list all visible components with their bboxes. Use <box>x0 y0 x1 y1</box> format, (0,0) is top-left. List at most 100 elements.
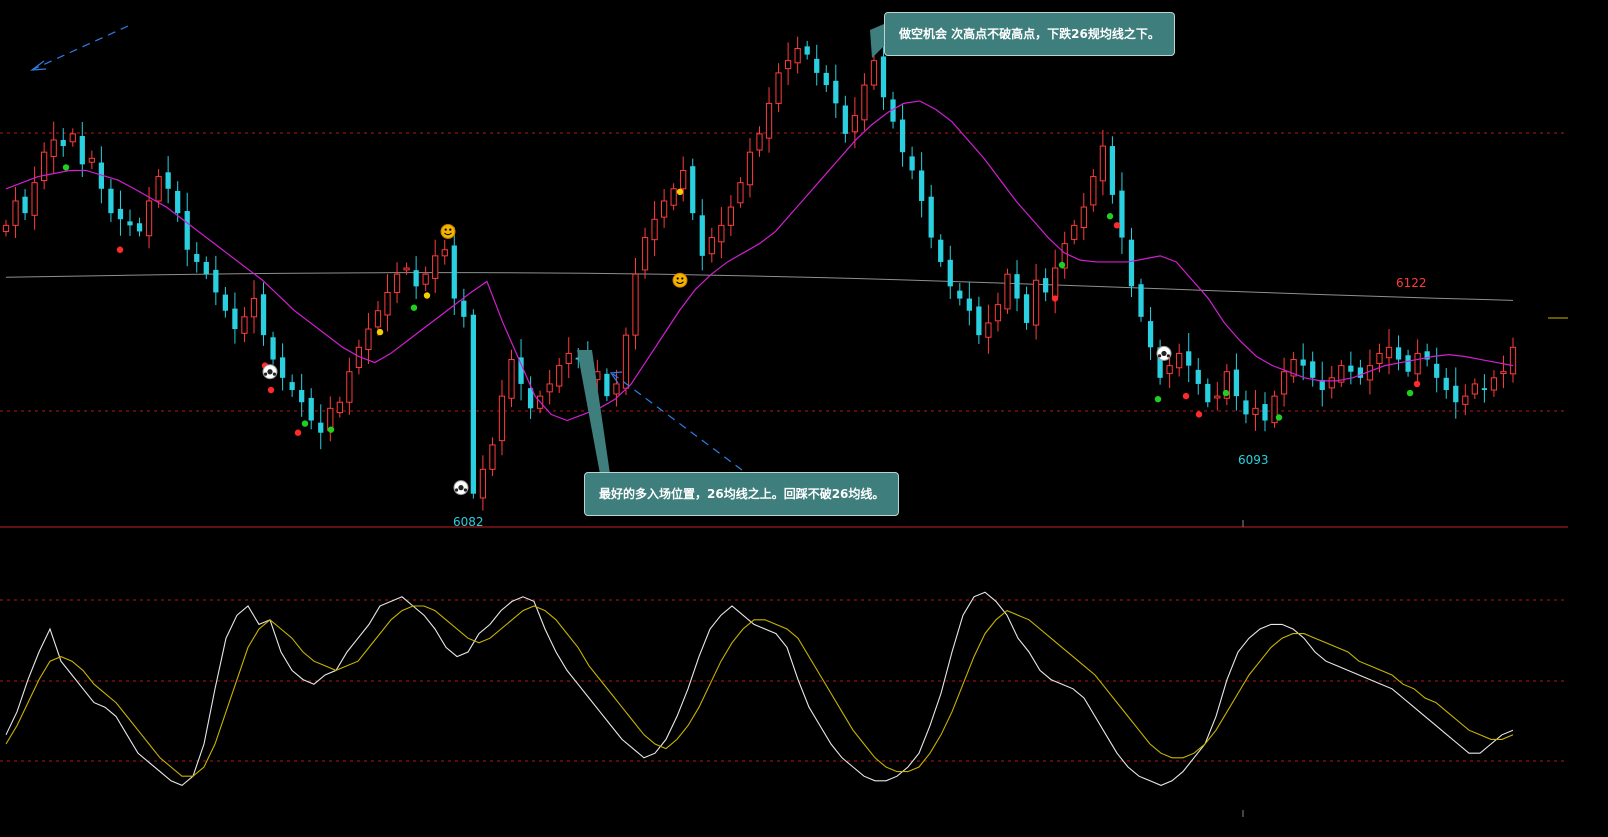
candle-body <box>690 166 696 214</box>
candle-body <box>660 200 668 218</box>
candle-body <box>289 382 295 391</box>
candle-body <box>957 290 963 299</box>
candle-body <box>403 267 410 271</box>
smiley-eye <box>676 277 679 280</box>
signal-dot <box>294 429 302 436</box>
candle-body <box>299 390 305 403</box>
candle-body <box>727 206 735 226</box>
candle-body <box>1357 367 1364 378</box>
signal-dot <box>62 164 70 171</box>
smiley-eye <box>449 228 452 231</box>
candle-body <box>604 373 610 397</box>
ma-long-path <box>5 272 1514 301</box>
signal-dot <box>1222 389 1230 397</box>
candle-body <box>250 298 258 318</box>
candle-body <box>804 46 810 55</box>
ball-patch <box>1158 354 1162 358</box>
candle-body <box>136 223 143 232</box>
candle-body <box>175 190 181 214</box>
candle-body <box>308 397 314 421</box>
signal-dot <box>1051 295 1059 302</box>
ball-patch <box>455 488 459 492</box>
candle-body <box>413 270 419 287</box>
candle-body <box>165 172 171 189</box>
candle-body <box>556 365 563 387</box>
candle-body <box>422 273 429 285</box>
ma-long-line <box>5 272 1514 301</box>
price-label-low-6082: 6082 <box>453 515 484 529</box>
candle-body <box>60 139 66 147</box>
candle-body <box>1462 395 1469 405</box>
oscillator-panel <box>5 520 1514 817</box>
candle-body <box>909 156 915 171</box>
ball-patch <box>1166 354 1170 358</box>
candle-body <box>1509 346 1517 375</box>
ball-patch <box>463 488 467 492</box>
smiley-marker <box>440 223 456 239</box>
price-label-low-6093: 6093 <box>1238 453 1269 467</box>
candle-body <box>1328 377 1335 389</box>
candle-body <box>1176 352 1183 369</box>
candle-body <box>1434 363 1440 378</box>
candle-body <box>1109 146 1116 195</box>
candle-body <box>1414 352 1421 375</box>
ball-patch <box>1161 350 1167 357</box>
signal-dot <box>1182 392 1190 400</box>
candle-body <box>1205 383 1211 403</box>
candle-body <box>565 352 572 364</box>
candle-body <box>1032 279 1040 326</box>
candle-body <box>203 261 209 275</box>
candle-body <box>919 170 925 201</box>
signal-dot <box>301 420 309 427</box>
ball-patch <box>267 369 273 375</box>
candle-body <box>346 371 353 403</box>
candle-body <box>498 395 506 442</box>
candle-body <box>1395 347 1402 360</box>
candle-body <box>22 196 28 214</box>
candle-body <box>985 322 992 338</box>
candle-body <box>155 176 162 202</box>
signal-dot <box>676 188 684 196</box>
ball-patch <box>272 372 276 376</box>
signal-dot <box>410 304 418 311</box>
candle-body <box>1014 274 1020 299</box>
candle-body <box>1128 239 1135 287</box>
candle-body <box>784 60 792 70</box>
signal-dot <box>116 246 124 253</box>
candle-body <box>1119 190 1125 238</box>
candle-body <box>184 211 190 250</box>
candle-body <box>994 304 1002 322</box>
candle-body <box>670 188 677 206</box>
candle-body <box>88 157 95 163</box>
candle-body <box>336 401 343 414</box>
candle-body <box>1004 273 1011 310</box>
oscillator-slow-line <box>5 605 1514 777</box>
candle-body <box>470 314 476 494</box>
annotation-best-long-entry: 最好的多入场位置，26均线之上。回踩不破26均线。 <box>584 472 900 516</box>
candle-body <box>50 139 57 157</box>
candle-body <box>1366 365 1374 381</box>
candle-body <box>1186 351 1192 366</box>
candle-body <box>1500 371 1507 375</box>
price-label-high-6122: 6122 <box>1396 276 1427 290</box>
candle-body <box>108 188 114 214</box>
candle-body <box>1243 400 1249 415</box>
candle-body <box>966 298 972 311</box>
candle-body <box>1405 355 1411 372</box>
candle-body <box>432 255 439 279</box>
candle-body <box>222 294 228 311</box>
candle-body <box>232 308 238 330</box>
candle-body <box>976 306 982 336</box>
grid-lines <box>0 132 1568 762</box>
candle-body <box>145 200 153 237</box>
candle-body <box>451 245 457 299</box>
candle-body <box>938 239 944 262</box>
candle-body <box>880 56 887 98</box>
candle-body <box>1453 385 1459 403</box>
candle-body <box>31 182 38 216</box>
candle-body <box>1147 321 1154 348</box>
candle-body <box>1443 377 1449 391</box>
candle-body <box>489 444 496 470</box>
candle-body <box>1471 383 1478 395</box>
candle-body <box>441 249 448 257</box>
